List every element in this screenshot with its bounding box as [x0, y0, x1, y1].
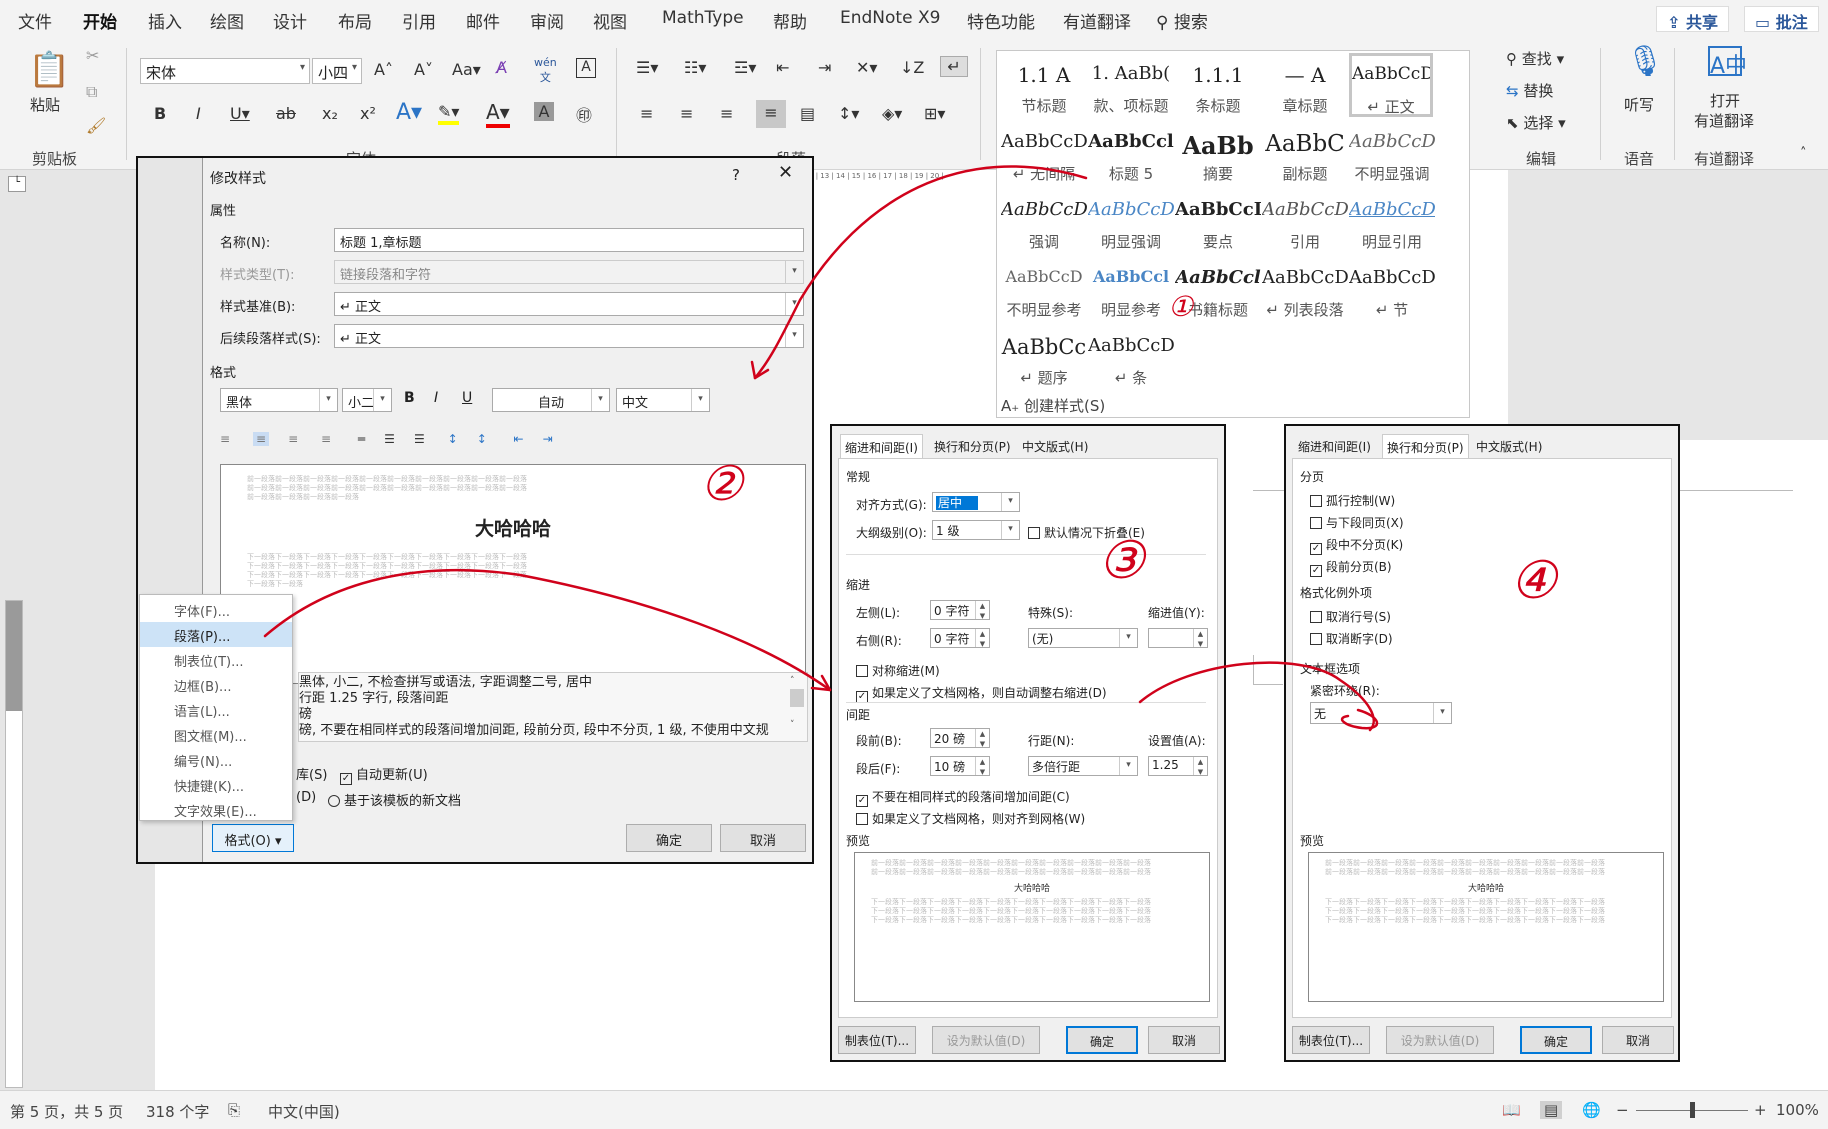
annotation-label-1: ①	[1168, 290, 1195, 323]
read-mode-icon[interactable]: 📖	[1502, 1101, 1521, 1119]
annotation-overlay: ① ② ③ ④	[263, 165, 1559, 732]
word-count[interactable]: 318 个字	[146, 1101, 209, 1122]
annotation-label-3: ③	[1098, 531, 1147, 591]
annotation-label-2: ②	[700, 456, 746, 512]
page-count[interactable]: 第 5 页，共 5 页	[10, 1101, 123, 1122]
zoom-slider-thumb[interactable]	[1690, 1102, 1695, 1118]
print-layout-icon[interactable]: ▤	[1540, 1101, 1563, 1119]
annotation-label-4: ④	[1510, 551, 1559, 611]
zoom-level[interactable]: 100%	[1776, 1101, 1819, 1119]
annotation-arrow-2	[263, 568, 832, 692]
zoom-in-icon[interactable]: +	[1754, 1101, 1767, 1119]
web-layout-icon[interactable]: 🌐	[1582, 1101, 1601, 1119]
proofing-icon[interactable]: ⎘	[228, 1101, 240, 1119]
annotation-arrow-1	[753, 165, 1088, 380]
annotation-arrow-3	[1138, 661, 1375, 732]
language-status[interactable]: 中文(中国)	[268, 1101, 340, 1122]
status-bar: 第 5 页，共 5 页 318 个字 ⎘ 中文(中国) 📖 ▤ 🌐 − + 10…	[0, 1090, 1828, 1129]
zoom-out-icon[interactable]: −	[1616, 1101, 1629, 1119]
